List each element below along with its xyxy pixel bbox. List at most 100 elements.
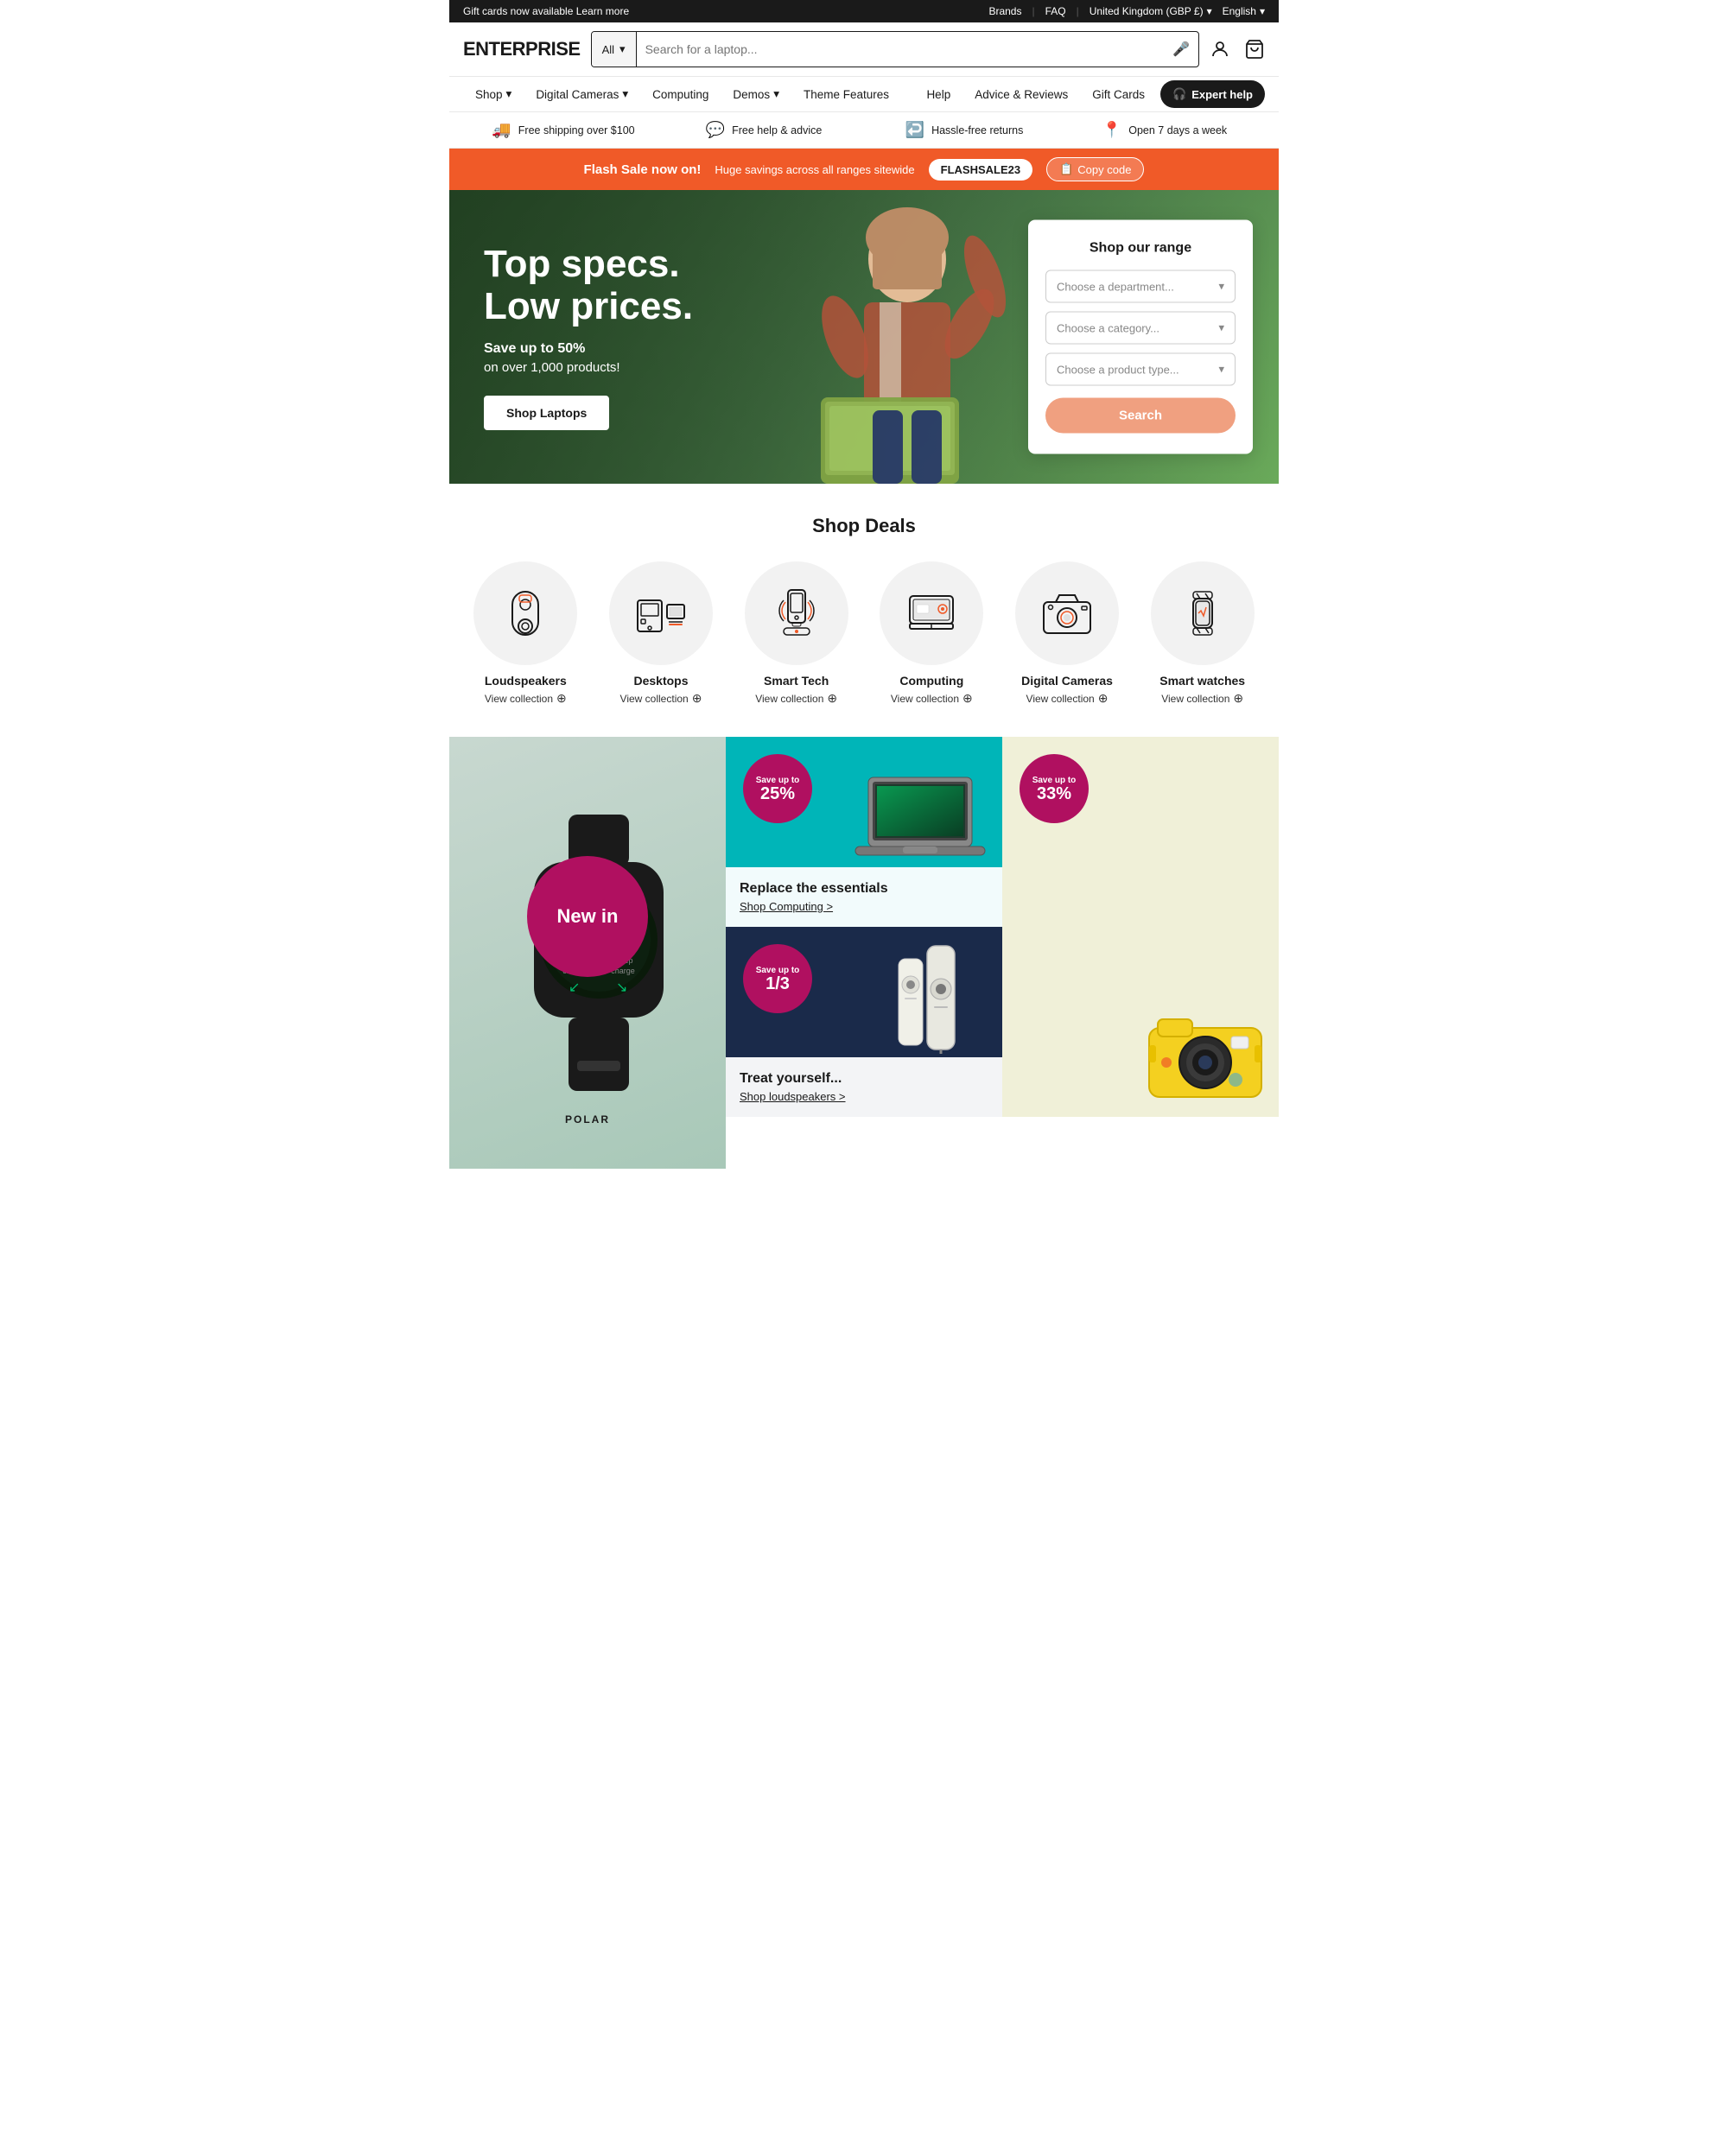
nav-item-cameras[interactable]: Digital Cameras ▾: [524, 77, 640, 111]
hours-icon: 📍: [1102, 121, 1121, 139]
account-icon[interactable]: [1210, 39, 1230, 60]
desktop-icon: [631, 583, 691, 644]
faq-link[interactable]: FAQ: [1045, 5, 1066, 17]
language-selector[interactable]: English ▾: [1223, 5, 1265, 17]
digital-camera-icon: [1037, 583, 1097, 644]
microphone-icon[interactable]: 🎤: [1172, 41, 1190, 58]
learn-more-link[interactable]: Learn more: [576, 5, 629, 17]
logo[interactable]: ENTERPRISE: [463, 38, 581, 60]
deals-grid: Loudspeakers View collection ⊕: [463, 561, 1265, 706]
advice-icon: 💬: [706, 121, 725, 139]
desktops-link-arrow: ⊕: [692, 691, 702, 706]
copy-icon: 📋: [1059, 162, 1073, 176]
copy-code-button[interactable]: 📋 Copy code: [1046, 157, 1144, 181]
smarttech-icon: [766, 583, 827, 644]
benefit-returns: ↩️ Hassle-free returns: [864, 121, 1064, 139]
promo-speakers-title: Treat yourself...: [740, 1071, 988, 1087]
shop-chevron: ▾: [506, 87, 512, 101]
deal-loudspeakers[interactable]: Loudspeakers View collection ⊕: [463, 561, 588, 706]
svg-text:↙: ↙: [569, 980, 580, 995]
smartwatch-icon-wrap: [1151, 561, 1255, 665]
computing-label: Computing: [899, 674, 963, 688]
promo-new-in[interactable]: New in Nightly recharge GOOD ANS charge …: [449, 737, 726, 1169]
promo-speaker-image: [894, 942, 989, 1056]
cart-icon[interactable]: [1244, 39, 1265, 60]
deal-cameras[interactable]: Digital Cameras View collection ⊕: [1005, 561, 1130, 706]
hero-section: Top specs. Low prices. Save up to 50% on…: [449, 190, 1279, 484]
smarttech-label: Smart Tech: [764, 674, 829, 688]
deal-computing[interactable]: Computing View collection ⊕: [869, 561, 994, 706]
brands-link[interactable]: Brands: [988, 5, 1021, 17]
nav-gift-cards[interactable]: Gift Cards: [1083, 79, 1153, 110]
nav-advice[interactable]: Advice & Reviews: [966, 79, 1077, 110]
gift-text: Gift cards now available: [463, 5, 573, 17]
divider2: |: [1077, 5, 1079, 17]
cameras-label: Digital Cameras: [1021, 674, 1113, 688]
camera-svg: [1140, 1002, 1270, 1106]
shipping-icon: 🚚: [492, 121, 511, 139]
loudspeakers-link[interactable]: View collection ⊕: [485, 691, 567, 706]
promo-computing-title: Replace the essentials: [740, 881, 988, 897]
nav-item-theme[interactable]: Theme Features: [791, 78, 901, 111]
shop-range-panel: Shop our range Choose a department... ▾ …: [1028, 220, 1253, 454]
nav-item-shop[interactable]: Shop ▾: [463, 77, 524, 111]
region-chevron: ▾: [1207, 5, 1212, 17]
promo-cameras[interactable]: Save up to 33%: [1002, 737, 1279, 1117]
nav-help[interactable]: Help: [918, 79, 959, 110]
cat-chevron: ▾: [1218, 321, 1224, 335]
hero-subtitle2: on over 1,000 products!: [484, 360, 693, 375]
smarttech-link[interactable]: View collection ⊕: [755, 691, 837, 706]
smartwatch-icon: [1172, 583, 1233, 644]
promo-small-col2: Save up to 33%: [1002, 737, 1279, 1117]
hero-person-svg: [752, 190, 1063, 484]
promo-computing[interactable]: Save up to 25%: [726, 737, 1002, 927]
hero-title: Top specs. Low prices.: [484, 244, 693, 327]
category-selector[interactable]: Choose a category... ▾: [1045, 312, 1236, 345]
product-type-selector[interactable]: Choose a product type... ▾: [1045, 353, 1236, 386]
benefit-shipping: 🚚 Free shipping over $100: [463, 121, 664, 139]
divider1: |: [1032, 5, 1034, 17]
flash-description: Huge savings across all ranges sitewide: [715, 163, 914, 176]
search-input[interactable]: [645, 42, 1166, 56]
promo-laptop-image: [851, 769, 989, 866]
navigation: Shop ▾ Digital Cameras ▾ Computing Demos…: [449, 77, 1279, 112]
loudspeaker-icon: [495, 583, 556, 644]
shop-loudspeakers-link[interactable]: Shop loudspeakers >: [740, 1090, 988, 1103]
deal-smarttech[interactable]: Smart Tech View collection ⊕: [734, 561, 859, 706]
range-search-button[interactable]: Search: [1045, 398, 1236, 434]
department-selector[interactable]: Choose a department... ▾: [1045, 270, 1236, 303]
promo-badge-computing: Save up to 25%: [743, 754, 812, 823]
desktop-icon-wrap: [609, 561, 713, 665]
deal-smartwatches[interactable]: Smart watches View collection ⊕: [1140, 561, 1265, 706]
top-bar: Gift cards now available Learn more Bran…: [449, 0, 1279, 22]
nav-right: Help Advice & Reviews Gift Cards 🎧 Exper…: [911, 79, 1265, 110]
shop-laptops-button[interactable]: Shop Laptops: [484, 396, 609, 430]
loudspeakers-link-arrow: ⊕: [556, 691, 567, 706]
computing-link[interactable]: View collection ⊕: [891, 691, 973, 706]
region-selector[interactable]: United Kingdom (GBP £) ▾: [1090, 5, 1212, 17]
search-category-selector[interactable]: All ▾: [592, 32, 637, 67]
headset-icon: 🎧: [1172, 87, 1186, 101]
promo-badge-speakers: Save up to 1/3: [743, 944, 812, 1013]
desktops-label: Desktops: [633, 674, 688, 688]
nav-item-computing[interactable]: Computing: [640, 78, 721, 111]
expert-help-button[interactable]: 🎧 Expert help: [1160, 80, 1265, 108]
top-bar-right: Brands | FAQ | United Kingdom (GBP £) ▾ …: [988, 5, 1265, 17]
search-bar: All ▾ 🎤: [591, 31, 1199, 67]
loudspeaker-icon-wrap: [473, 561, 577, 665]
dept-chevron: ▾: [1218, 280, 1224, 294]
computing-icon: [901, 583, 962, 644]
desktops-link[interactable]: View collection ⊕: [620, 691, 702, 706]
promo-speakers[interactable]: Save up to 1/3: [726, 927, 1002, 1117]
header-icons: [1210, 39, 1265, 60]
cameras-link-arrow: ⊕: [1098, 691, 1109, 706]
shop-computing-link[interactable]: Shop Computing >: [740, 900, 988, 913]
flash-code-button[interactable]: FLASHSALE23: [929, 159, 1032, 181]
nav-item-demos[interactable]: Demos ▾: [721, 77, 791, 111]
smartwatches-link[interactable]: View collection ⊕: [1161, 691, 1243, 706]
promo-badge-cameras: Save up to 33%: [1020, 754, 1089, 823]
flash-title: Flash Sale now on!: [584, 162, 702, 177]
shop-deals-title: Shop Deals: [463, 515, 1265, 537]
cameras-link[interactable]: View collection ⊕: [1026, 691, 1109, 706]
deal-desktops[interactable]: Desktops View collection ⊕: [599, 561, 724, 706]
